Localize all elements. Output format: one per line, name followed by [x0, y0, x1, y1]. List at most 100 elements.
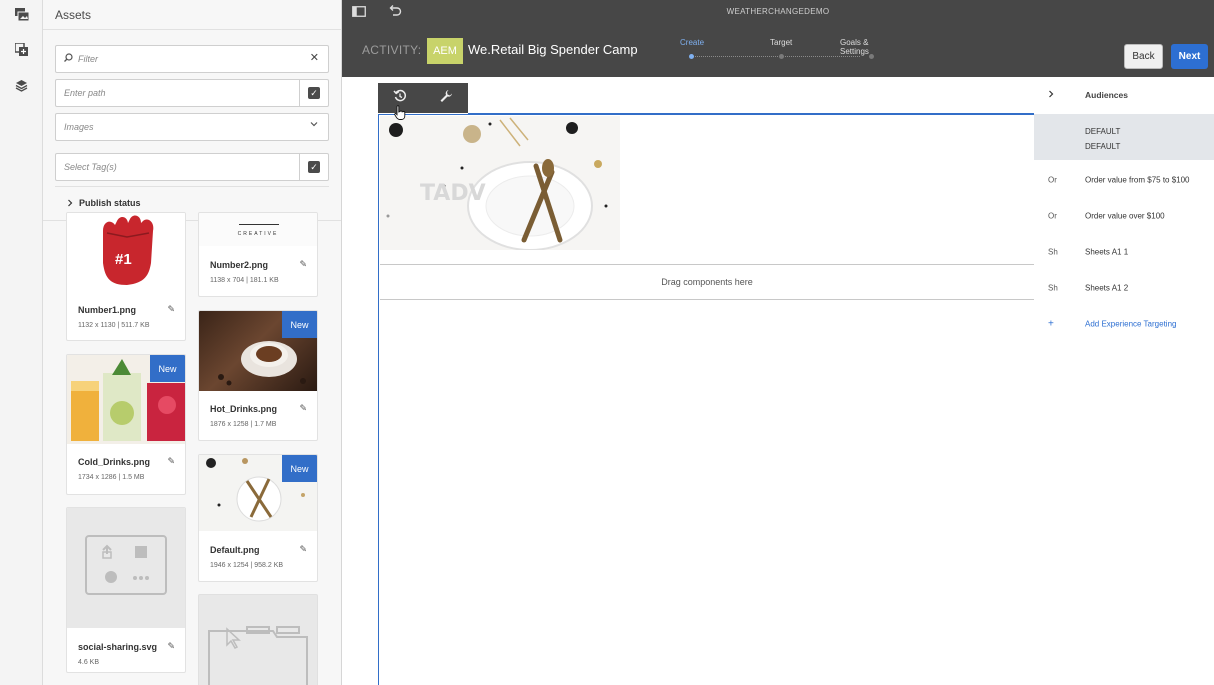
asset-thumbnail: New	[67, 355, 185, 444]
selection-edge	[468, 113, 1034, 114]
audience-default[interactable]: DEFAULT DEFAULT	[1034, 114, 1214, 160]
asset-name: social-sharing.svg	[78, 642, 158, 652]
audience-default-label: DEFAULT	[1085, 127, 1121, 136]
activity-label: ACTIVITY:	[362, 43, 422, 57]
audience-item[interactable]: Sh Sheets A1 2	[1034, 270, 1214, 306]
thumb-text: CREATIVE	[237, 231, 279, 237]
asset-meta: 1138 x 704 | 181.1 KB	[210, 277, 279, 284]
hero-image[interactable]: TADV	[380, 116, 620, 250]
audience-prefix: Sh	[1048, 283, 1058, 293]
wrench-icon[interactable]	[439, 89, 453, 106]
publish-status-label: Publish status	[79, 198, 141, 208]
asset-type-value: Images	[64, 122, 94, 132]
asset-meta: 1734 x 1286 | 1.5 MB	[78, 474, 145, 481]
asset-card-number2[interactable]: CREATIVE Number2.png 1138 x 704 | 181.1 …	[198, 212, 318, 297]
audience-default-sublabel: DEFAULT	[1085, 142, 1121, 151]
back-button[interactable]: Back	[1124, 44, 1163, 69]
audience-label: Sheets A1 1	[1085, 247, 1129, 257]
edit-icon[interactable]: ✎	[167, 304, 175, 315]
edit-icon[interactable]: ✎	[299, 544, 307, 555]
assets-icon[interactable]	[12, 5, 31, 24]
asset-card-social-sharing[interactable]: social-sharing.svg 4.6 KB ✎	[66, 507, 186, 673]
step-dot	[869, 54, 874, 59]
step-create[interactable]: Create	[680, 38, 704, 47]
step-dot-active	[689, 54, 694, 59]
panel-title: Assets	[55, 8, 92, 22]
asset-card-cold-drinks[interactable]: New Cold_Drinks.png 1734 x 1286 | 1.5 MB…	[66, 354, 186, 495]
assets-panel: Assets Filter ✕ Enter path ✓ Images Sele…	[43, 0, 342, 685]
audience-label: Order value over $100	[1085, 211, 1165, 221]
asset-thumbnail: New	[199, 311, 317, 391]
tags-placeholder: Select Tag(s)	[64, 162, 117, 172]
path-placeholder: Enter path	[64, 88, 106, 98]
path-confirm-button[interactable]: ✓	[299, 80, 328, 106]
asset-card-partial[interactable]	[198, 594, 318, 685]
steps-track	[692, 56, 860, 57]
new-badge: New	[282, 455, 317, 482]
publish-status-toggle[interactable]: Publish status	[67, 198, 141, 208]
add-experience-targeting-button[interactable]: + Add Experience Targeting	[1034, 306, 1214, 342]
asset-name: Hot_Drinks.png	[210, 404, 278, 414]
campaign-name: We.Retail Big Spender Camp	[468, 42, 638, 57]
edit-icon[interactable]: ✎	[299, 403, 307, 414]
asset-thumbnail: CREATIVE	[199, 213, 317, 246]
chevron-down-icon	[310, 120, 318, 130]
audience-item[interactable]: Or Order value over $100	[1034, 198, 1214, 234]
asset-name: Default.png	[210, 545, 260, 555]
components-icon[interactable]	[12, 40, 31, 59]
search-icon	[64, 53, 73, 64]
step-dot	[779, 54, 784, 59]
asset-name: Number1.png	[78, 305, 137, 315]
thumb-text: #1	[115, 251, 132, 268]
asset-name: Number2.png	[210, 260, 269, 270]
checkbox-icon: ✓	[308, 161, 320, 173]
asset-card-default[interactable]: New Default.png 1946 x 1254 | 958.2 KB ✎	[198, 454, 318, 582]
edit-icon[interactable]: ✎	[167, 456, 175, 467]
asset-thumbnail: New	[199, 455, 317, 531]
path-field[interactable]: Enter path ✓	[55, 79, 329, 107]
audiences-panel: Audiences DEFAULT DEFAULT Or Order value…	[1034, 77, 1214, 685]
side-rail	[0, 0, 43, 685]
chevron-right-icon	[68, 199, 73, 207]
filter-input[interactable]: Filter ✕	[55, 45, 329, 73]
add-experience-label: Add Experience Targeting	[1085, 319, 1177, 329]
edit-icon[interactable]: ✎	[167, 641, 175, 652]
audience-item[interactable]: Sh Sheets A1 1	[1034, 234, 1214, 270]
new-badge: New	[150, 355, 185, 382]
audience-item[interactable]: Or Order value from $75 to $100	[1034, 162, 1214, 198]
asset-meta: 1132 x 1130 | 511.7 KB	[78, 322, 150, 329]
new-badge: New	[282, 311, 317, 338]
edit-icon[interactable]: ✎	[299, 259, 307, 270]
audience-label: Sheets A1 2	[1085, 283, 1129, 293]
asset-card-hot-drinks[interactable]: New Hot_Drinks.png 1876 x 1258 | 1.7 MB …	[198, 310, 318, 441]
brand-badge: AEM	[427, 38, 463, 64]
svg-text:TADV: TADV	[420, 181, 486, 206]
asset-meta: 1946 x 1254 | 958.2 KB	[210, 562, 284, 569]
drop-zone[interactable]: Drag components here	[380, 264, 1034, 300]
divider	[55, 186, 329, 187]
audience-prefix: Or	[1048, 175, 1057, 185]
chevron-right-icon	[1048, 90, 1054, 100]
asset-meta: 1876 x 1258 | 1.7 MB	[210, 421, 277, 428]
hand-cursor-icon	[394, 105, 406, 123]
audience-label: Order value from $75 to $100	[1085, 175, 1190, 185]
asset-thumbnail: #1	[67, 213, 185, 290]
step-goals-settings[interactable]: Goals & Settings	[840, 38, 880, 56]
reset-icon[interactable]	[393, 89, 407, 106]
divider	[43, 29, 341, 30]
filter-placeholder: Filter	[78, 54, 98, 64]
tags-picker-button[interactable]: ✓	[299, 154, 328, 180]
page-canvas: TADV Drag components here	[342, 77, 1034, 685]
next-button[interactable]: Next	[1171, 44, 1208, 69]
asset-meta: 4.6 KB	[78, 659, 100, 666]
step-target[interactable]: Target	[770, 38, 792, 47]
tags-field[interactable]: Select Tag(s) ✓	[55, 153, 329, 181]
audiences-header[interactable]: Audiences	[1034, 77, 1214, 113]
checkbox-icon: ✓	[308, 87, 320, 99]
layers-icon[interactable]	[12, 76, 31, 95]
asset-card-number1[interactable]: #1 Number1.png 1132 x 1130 | 511.7 KB ✎	[66, 212, 186, 341]
asset-thumbnail	[208, 626, 308, 685]
asset-type-select[interactable]: Images	[55, 113, 329, 141]
clear-icon[interactable]: ✕	[310, 51, 319, 64]
document-title: WEATHERCHANGEDEMO	[726, 7, 830, 16]
